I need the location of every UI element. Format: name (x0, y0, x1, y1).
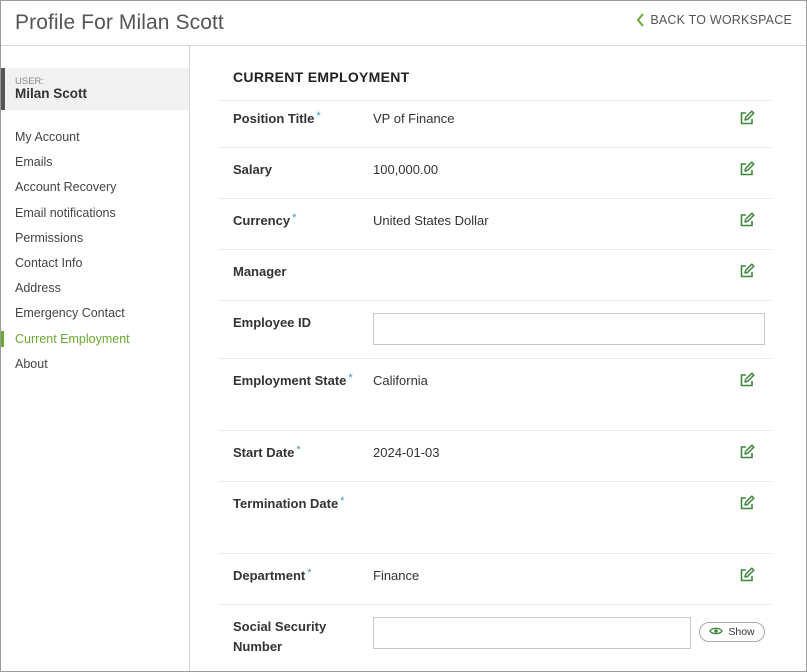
page-title: Profile For Milan Scott (15, 11, 224, 34)
sidebar-item-emails[interactable]: Emails (1, 150, 189, 175)
field-value: VP of Finance (373, 111, 455, 126)
field-label: Start Date * (233, 444, 301, 460)
required-marker: * (340, 495, 345, 507)
field-row-currency: Currency * United States Dollar (219, 198, 771, 249)
field-row-employment-state: Employment State * California (219, 358, 771, 430)
required-marker: * (292, 212, 297, 224)
field-label: Social Security Number (233, 619, 327, 654)
sidebar-nav: My Account Emails Account Recovery Email… (1, 125, 189, 377)
section-title: CURRENT EMPLOYMENT (233, 69, 410, 85)
top-bar: Profile For Milan Scott BACK TO WORKSPAC… (1, 1, 806, 46)
eye-icon (709, 626, 724, 639)
field-row-department: Department * Finance (219, 553, 771, 604)
sidebar-item-account-recovery[interactable]: Account Recovery (1, 175, 189, 200)
back-to-workspace-link[interactable]: BACK TO WORKSPACE (636, 13, 792, 27)
show-ssn-label: Show (728, 626, 755, 638)
back-to-workspace-label: BACK TO WORKSPACE (650, 13, 792, 27)
field-value: 2024-01-03 (373, 445, 440, 460)
field-label: Department * (233, 567, 312, 583)
field-value: 100,000.00 (373, 162, 439, 177)
required-marker: * (348, 372, 353, 384)
field-row-salary: Salary 100,000.00 (219, 147, 771, 198)
edit-icon[interactable] (739, 263, 755, 279)
field-label: Salary (233, 162, 273, 177)
required-marker: * (307, 567, 312, 579)
field-label: Termination Date * (233, 495, 345, 511)
edit-icon[interactable] (739, 495, 755, 511)
field-row-employee-id: Employee ID (219, 300, 771, 358)
field-label: Employment State * (233, 372, 353, 388)
required-marker: * (316, 110, 321, 122)
field-value: Finance (373, 568, 420, 583)
edit-icon[interactable] (739, 161, 755, 177)
sidebar-item-address[interactable]: Address (1, 276, 189, 301)
profile-window: Profile For Milan Scott BACK TO WORKSPAC… (0, 0, 807, 672)
field-label: Manager (233, 264, 287, 279)
sidebar-item-current-employment[interactable]: Current Employment (1, 327, 189, 352)
edit-icon[interactable] (739, 110, 755, 126)
main-content: CURRENT EMPLOYMENT Position Title * VP of… (191, 47, 806, 671)
user-box: USER: Milan Scott (1, 68, 189, 110)
sidebar-item-about[interactable]: About (1, 352, 189, 377)
field-row-manager: Manager (219, 249, 771, 300)
sidebar: USER: Milan Scott My Account Emails Acco… (1, 46, 190, 671)
field-label: Position Title * (233, 110, 321, 126)
edit-icon[interactable] (739, 567, 755, 583)
field-label: Employee ID (233, 315, 312, 330)
field-label: Currency * (233, 212, 297, 228)
field-row-ssn: Social Security Number Show (219, 604, 771, 671)
sidebar-item-my-account[interactable]: My Account (1, 125, 189, 150)
edit-icon[interactable] (739, 444, 755, 460)
field-row-termination-date: Termination Date * (219, 481, 771, 553)
sidebar-item-email-notifications[interactable]: Email notifications (1, 201, 189, 226)
edit-icon[interactable] (739, 372, 755, 388)
field-row-position-title: Position Title * VP of Finance (219, 100, 771, 147)
user-name: Milan Scott (15, 86, 88, 101)
ssn-input[interactable] (373, 617, 691, 649)
sidebar-item-contact-info[interactable]: Contact Info (1, 251, 189, 276)
required-marker: * (296, 444, 301, 456)
field-value: United States Dollar (373, 213, 489, 228)
employee-id-input[interactable] (373, 313, 765, 345)
chevron-left-icon (636, 13, 645, 27)
sidebar-item-permissions[interactable]: Permissions (1, 226, 189, 251)
edit-icon[interactable] (739, 212, 755, 228)
field-row-start-date: Start Date * 2024-01-03 (219, 430, 771, 481)
sidebar-item-emergency-contact[interactable]: Emergency Contact (1, 301, 189, 326)
field-value: California (373, 373, 428, 388)
show-ssn-button[interactable]: Show (699, 622, 765, 642)
